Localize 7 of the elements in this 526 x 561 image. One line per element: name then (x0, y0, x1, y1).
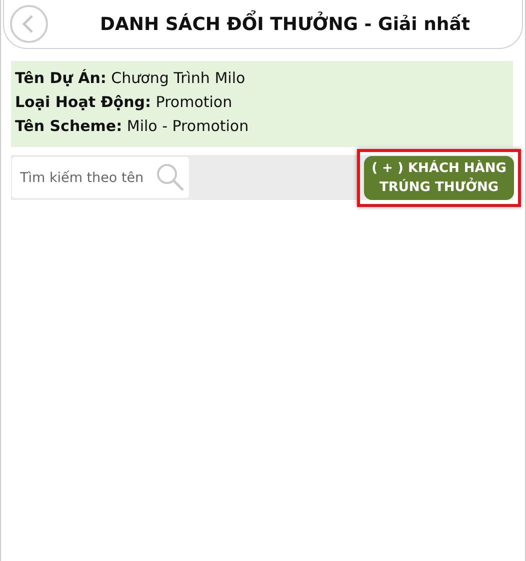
info-line: Tên Scheme: Milo - Promotion (15, 116, 250, 137)
search-icon (155, 162, 185, 192)
add-winner-button[interactable]: ( + ) KHÁCH HÀNG TRÚNG THƯỞNG (364, 156, 514, 200)
info-line: Loại Hoạt Động: Promotion (15, 92, 234, 113)
info-line: Tên Dự Án: Chương Trình Milo (15, 68, 246, 89)
back-button[interactable] (10, 5, 48, 43)
search-field[interactable]: Tìm kiếm theo tên (12, 157, 189, 198)
